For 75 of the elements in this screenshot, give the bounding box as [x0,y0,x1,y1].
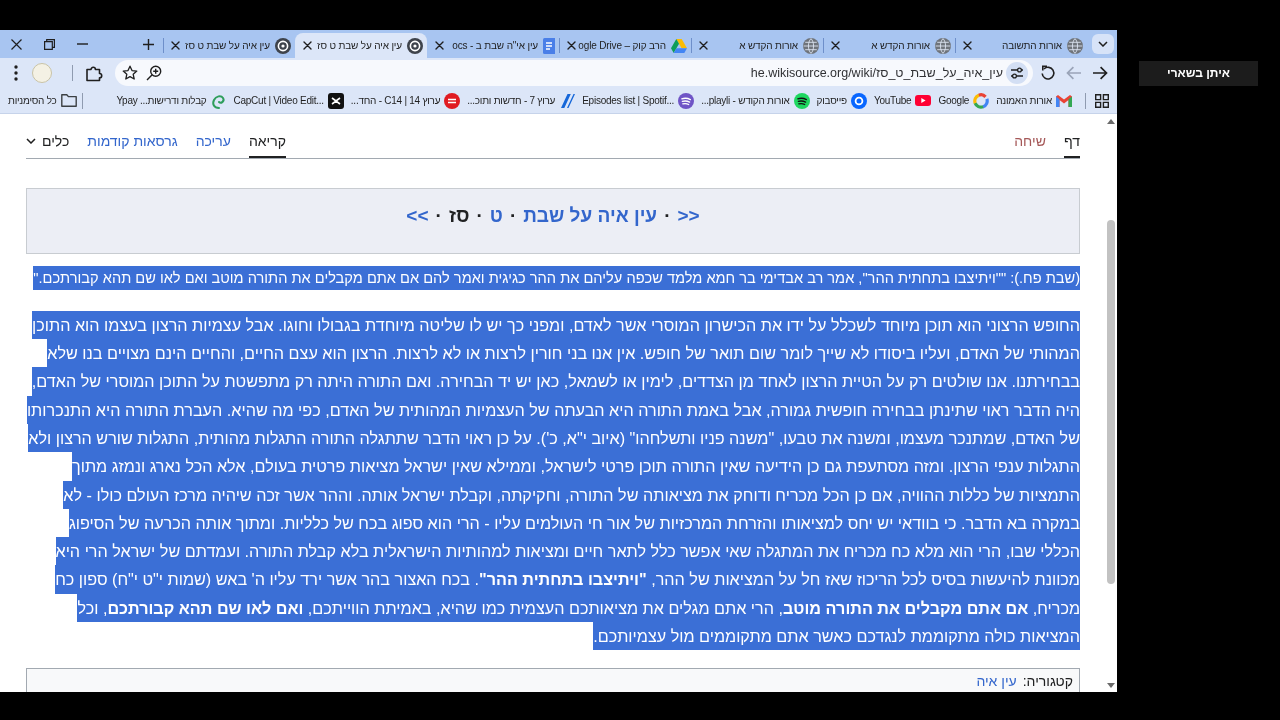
circle-arcs-icon [678,92,695,109]
paragraph-text: החופש הרצוני הוא תוכן מיוחד לשכלל על ידו את הכישרון המוסרי אשר לאדם, ומפני כך יש לו שליטה מיוחדת בגבולו וחוגו. אבל עצמיות הרצון בעצמו הוא התוכן המהותי של האדם, ועליו ביסודו לא שייך לומר שום תואר של חופש. אין אנו בני חורין לרצות או לא לרצות. הרצון הוא עצם החיים, והחיים הינם מצויים בנו שלא בבחירתנו. אנו שולטים רק על הטיית הרצון לאחד מן הצדדים, לימין או לשמאל, כאן יש יד הבחירה. ואם התורה היתה רק מתפשטת על התוכן המוסרי של האדם, היה הדבר ראוי שתינתן בבחירה חופשית גמורה, אבל באמת התורה היא הבעתה של העצמיות המהותית של האדם, כפי מה שהיא. העברת התורה היא התנכרותו של האדם, שמתנכר מעצמו, ומשנה את טבעו, "משנה פניו ותשלחהו" (איוב י"א, כ'). על כן ראוי הדבר שתתגלה התורה התגלות מהותית, התגלות שורש הרצון ולא התגלות ענפי הרצון. ומזה מסתעפת גם כן הידיעה שאין התורה תוכן פרטי לישראל, וממילא שאין ישראל מציאות פרטית בעולם, אלא הכל נארג ונמזג מתוך התמציות של כללות ההוויה, אם כן הכל מכריח ודוחק את מציאותה של התורה, וחקיקתה, וקבלת ישראל אותה. וההר אשר זכה שיהיה מרכז העולם כולו - לא במקרה בא הדבר. כי בוודאי יש יחס למציאותו והזרחת המרכזיות של אור חי העולמים עליו - הרי הוא ספוג בכח של כלליות. ומתוך אותה הכרעה של הסיפוג הכללי שבו, הרי הוא מלא כח מכריח את המתגלה שאי אפשר כלל לתאר חיים ומציאות למהותיות הישראלית בלא קבלת התורה. ועמדתם של ישראל הרי היא מכוונת להיעשות בסיס לכל הריכוז שאז חל על המציאות של ההר, "ויתיצבו בתחתית ההר". בכח האצור בהר אשר ירד עליו ה' באש (שמות י"ט י"ח) ספון כח מכריח, אם אתם מקבלים את התורה מוטב, הרי אתם מגלים את מציאותכם העצמית כמו שהיא, באמיתת הווייתכם, ואם לאו שם תהא קבורתכם, וכל המציאות כולה מתקוממת לנגדכם כאשר אתם מתקוממים מול עצמיותכם. [26,311,1080,651]
close-icon[interactable] [567,41,576,50]
separator-dot: · [435,205,442,227]
bookmark-item[interactable]: ערוץ 14 | C14 - החד... [348,89,463,112]
separator-dot: · [664,205,671,227]
category-link[interactable]: עין איה [976,672,1017,689]
separator-dot: · [509,205,517,227]
slanted-stripes-icon [559,93,576,108]
bookmark-item[interactable]: ערוץ 7 - חדשות ותוכ... [465,89,578,112]
close-icon[interactable] [11,38,22,50]
close-icon[interactable] [435,41,444,50]
envelope-icon [1056,94,1072,107]
close-icon[interactable] [699,41,708,50]
page-tab[interactable]: עריכה [195,125,231,158]
chevron-down-icon [1098,41,1108,47]
browser-tab[interactable]: עין אי"ה שבת ב - ocs [427,33,559,58]
nav-link[interactable]: >> [677,205,700,227]
close-icon[interactable] [831,41,840,50]
circle-logo-icon [850,92,867,109]
bookmark-item[interactable]: Episodes list | Spotif... [580,89,697,112]
globe-icon [1067,37,1083,54]
bookmark-item[interactable]: פייסבוק [814,89,869,112]
bookmark-item[interactable]: Google [936,89,992,112]
triangle-logo-icon [671,38,687,53]
chevron-down-icon [26,137,36,144]
page-tab[interactable]: גרסאות קודמות [87,125,178,158]
tab-search-button[interactable] [1092,34,1114,54]
bookmark-item[interactable]: אורות האמונה [994,89,1074,112]
browser-tab[interactable]: עין איה על שבת ט סז [295,33,427,58]
star-icon[interactable] [122,65,138,81]
restore-icon[interactable] [44,38,55,50]
scrollbar-thumb[interactable] [1106,220,1115,584]
round-logo-icon [407,37,423,54]
all-bookmarks-button[interactable]: כל הסימניות [6,89,79,112]
zoom-in-icon[interactable] [146,65,162,81]
folder-icon [60,94,77,107]
circle-badge-icon [444,92,461,109]
separator-dot: · [476,205,483,227]
menu-icon[interactable] [14,65,18,81]
circle-arcs-icon [793,92,810,109]
current-page-label: סז [448,205,470,227]
bookmark-item[interactable]: קבלות ודרישות... Ypay [114,89,229,112]
page-tab[interactable]: קריאה [248,125,286,158]
close-icon[interactable] [963,41,972,50]
bookmark-item[interactable]: CapCut | Video Edit... [231,89,346,112]
page-tab[interactable]: דף [1063,125,1080,158]
square-logo-icon [327,92,344,109]
bookmark-item[interactable]: אורות הקודש - playli... [699,89,812,112]
close-icon[interactable] [303,41,312,50]
document-icon [543,37,555,54]
round-logo-icon [275,37,291,54]
nav-link[interactable]: ט [489,205,503,227]
triangle-down-icon[interactable] [1106,683,1115,688]
page-tab[interactable]: שיחה [1014,125,1046,158]
bookmark-item[interactable]: YouTube [871,89,934,112]
nav-link[interactable]: עין איה על שבת [523,205,658,227]
play-icon [915,95,932,106]
right-arrow-icon[interactable] [1092,66,1108,80]
triangle-up-icon[interactable] [1106,119,1115,124]
swirl-icon [210,92,227,109]
globe-icon [803,37,819,54]
reload-icon[interactable] [1040,65,1056,81]
dropdown-button[interactable]: כלים [26,125,70,158]
puzzle-icon[interactable] [85,64,103,82]
nav-link[interactable]: << [406,205,429,227]
sliders-icon[interactable] [1006,62,1028,84]
user-name-label: איתן בשארי [1139,61,1258,86]
category-label: קטגוריה: [1022,672,1073,689]
ring-logo-icon [973,92,990,109]
grid-icon[interactable] [1095,93,1109,108]
globe-icon [935,37,951,54]
address-field[interactable]: he.wikisource.org/wiki/עין_איה_על_שבת_ט_סז [115,60,1033,86]
close-icon[interactable] [171,41,180,50]
plus-icon[interactable] [143,38,154,50]
